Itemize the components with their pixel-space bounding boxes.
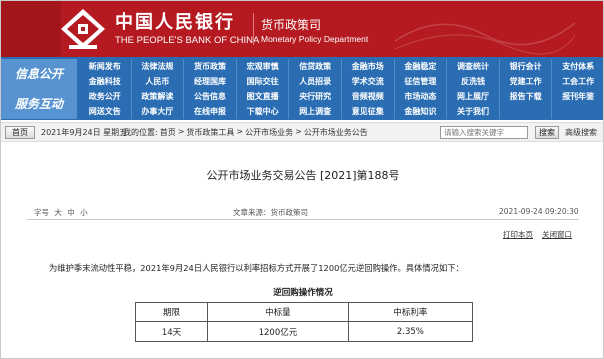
nav-item[interactable]: 反洗钱: [447, 74, 500, 89]
table-cell-amount: 1200亿元: [207, 321, 349, 342]
nav-item[interactable]: 网上调查: [289, 104, 342, 119]
nav-item[interactable]: 调查统计: [447, 59, 500, 74]
home-button[interactable]: 首页: [5, 126, 35, 139]
nav-item[interactable]: 人民币: [132, 74, 185, 89]
location-prefix: 我的位置:: [123, 128, 158, 137]
dept-name-en: Monetary Policy Department: [261, 34, 369, 44]
font-size-medium[interactable]: 中: [67, 208, 75, 217]
nav-item[interactable]: 金融稳定: [395, 59, 448, 74]
main-navigation: 信息公开 新闻发布 法律法规 货币政策 宏观审慎 信贷政策 金融市场 金融稳定 …: [1, 57, 603, 120]
breadcrumb-item-announcements[interactable]: 公开市场业务公告: [304, 127, 368, 138]
breadcrumb-separator: >: [236, 127, 244, 136]
nav-grid-info: 新闻发布 法律法规 货币政策 宏观审慎 信贷政策 金融市场 金融稳定 调查统计 …: [79, 59, 603, 89]
bank-name-en: THE PEOPLE'S BANK OF CHINA: [115, 35, 260, 46]
font-size-large[interactable]: 大: [54, 208, 62, 217]
table-row: 14天 1200亿元 2.35%: [134, 321, 474, 342]
nav-item[interactable]: 信贷政策: [289, 59, 342, 74]
table-cell-term: 14天: [134, 321, 209, 342]
nav-item[interactable]: 央行研究: [289, 89, 342, 104]
banner-decoration: [395, 22, 575, 55]
nav-item[interactable]: 报刊年鉴: [552, 89, 603, 104]
location-toolbar: 首页 2021年9月24日 星期五 我的位置: 首页 > 货币政策工具 > 公开…: [1, 122, 603, 142]
nav-label-service: 服务互动: [1, 89, 77, 119]
bank-name-cn: 中国人民银行: [115, 12, 235, 33]
nav-item[interactable]: 工会工作: [552, 74, 603, 89]
nav-item[interactable]: 图文直播: [237, 89, 290, 104]
article-source: 文章来源：货币政策司: [233, 208, 308, 217]
nav-item[interactable]: 意见征集: [342, 104, 395, 119]
banner-stripe: [1, 1, 61, 57]
breadcrumb: 我的位置: 首页 > 货币政策工具 > 公开市场业务 > 公开市场业务公告: [123, 127, 368, 138]
reverse-repo-table: 期限 中标量 中标利率 14天 1200亿元 2.35%: [134, 302, 474, 342]
breadcrumb-item-open-market[interactable]: 公开市场业务: [245, 127, 293, 138]
nav-item[interactable]: 政策解读: [132, 89, 185, 104]
nav-item[interactable]: 政务公开: [79, 89, 132, 104]
nav-item[interactable]: 法律法规: [132, 59, 185, 74]
table-caption: 逆回购操作情况: [273, 288, 333, 298]
font-size-label: 字号: [34, 208, 49, 217]
table-header-cell: 中标量: [207, 302, 349, 322]
breadcrumb-separator: >: [177, 127, 185, 136]
nav-item[interactable]: 金融市场: [342, 59, 395, 74]
close-window-link[interactable]: 关闭窗口: [542, 229, 572, 240]
nav-item[interactable]: 金融知识: [395, 104, 448, 119]
font-size-small[interactable]: 小: [80, 208, 88, 217]
search-input[interactable]: [440, 126, 528, 139]
nav-item[interactable]: 金融科技: [79, 74, 132, 89]
browser-page: 中国人民银行 THE PEOPLE'S BANK OF CHINA 货币政策司 …: [0, 0, 604, 359]
nav-item[interactable]: [552, 104, 603, 119]
nav-item[interactable]: 国际交往: [237, 74, 290, 89]
nav-item[interactable]: 网送文告: [79, 104, 132, 119]
nav-item[interactable]: 新闻发布: [79, 59, 132, 74]
table-header-cell: 中标利率: [347, 302, 474, 322]
breadcrumb-item-policy-tools[interactable]: 货币政策工具: [186, 127, 234, 138]
table-header-row: 期限 中标量 中标利率: [134, 302, 474, 322]
nav-item[interactable]: 报告下载: [500, 89, 553, 104]
nav-label-info: 信息公开: [1, 59, 77, 89]
nav-item[interactable]: 下载中心: [237, 104, 290, 119]
font-size-selector: 字号 大 中 小: [34, 207, 91, 218]
nav-item[interactable]: 在线申报: [184, 104, 237, 119]
meta-divider: [27, 219, 579, 220]
advanced-search-link[interactable]: 高级搜索: [565, 127, 597, 138]
header-divider: [253, 13, 254, 45]
nav-item[interactable]: 支付体系: [552, 59, 603, 74]
table-cell-rate: 2.35%: [347, 321, 474, 342]
header-banner: 中国人民银行 THE PEOPLE'S BANK OF CHINA 货币政策司 …: [1, 1, 603, 57]
table-header-cell: 期限: [134, 302, 209, 322]
nav-grid-service: 政务公开 政策解读 公告信息 图文直播 央行研究 音频视频 市场动态 网上展厅 …: [79, 89, 603, 119]
nav-item[interactable]: 学术交流: [342, 74, 395, 89]
nav-item[interactable]: 网上展厅: [447, 89, 500, 104]
nav-item[interactable]: 市场动态: [395, 89, 448, 104]
nav-item[interactable]: 关于我们: [447, 104, 500, 119]
nav-item[interactable]: 办事大厅: [132, 104, 185, 119]
pboc-logo-icon: [61, 9, 105, 49]
breadcrumb-separator: >: [295, 127, 302, 136]
article-datetime: 2021-09-24 09:20:30: [499, 207, 579, 216]
current-date: 2021年9月24日 星期五: [41, 128, 128, 137]
nav-item[interactable]: [500, 104, 553, 119]
breadcrumb-item-home[interactable]: 首页: [160, 127, 176, 138]
nav-item[interactable]: 党建工作: [500, 74, 553, 89]
nav-item[interactable]: 货币政策: [184, 59, 237, 74]
dept-name-cn: 货币政策司: [261, 18, 322, 32]
nav-item[interactable]: 经理国库: [184, 74, 237, 89]
nav-item[interactable]: 公告信息: [184, 89, 237, 104]
article-paragraph: 为维护季末流动性平稳，2021年9月24日人民银行以利率招标方式开展了1200亿…: [49, 263, 464, 273]
print-page-link[interactable]: 打印本页: [503, 229, 533, 240]
article-title: 公开市场业务交易公告 [2021]第188号: [206, 169, 400, 182]
nav-item[interactable]: 音频视频: [342, 89, 395, 104]
nav-item[interactable]: 银行会计: [500, 59, 553, 74]
search-button[interactable]: 搜索: [535, 126, 559, 139]
nav-item[interactable]: 宏观审慎: [237, 59, 290, 74]
nav-item[interactable]: 征信管理: [395, 74, 448, 89]
nav-item[interactable]: 人员招录: [289, 74, 342, 89]
